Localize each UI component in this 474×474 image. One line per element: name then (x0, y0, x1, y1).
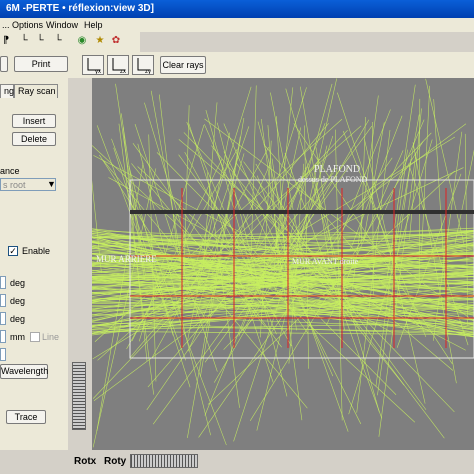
enable-checkbox[interactable]: ✓ (8, 246, 18, 256)
unit-label-3: deg (10, 314, 26, 324)
menu-options[interactable]: Options (12, 20, 43, 30)
toolbar: ⁋ └ └ └ ◉ ★ ✿ (0, 32, 140, 52)
chevron-down-icon: ▼ (47, 179, 56, 189)
angle-field-2[interactable] (0, 294, 6, 307)
ray (198, 157, 393, 438)
ray (216, 122, 288, 397)
axis-zy-icon: zy (137, 58, 151, 75)
ray-scene: PLAFOND dessus de PLAFOND MUR ARRIERE MU… (92, 78, 474, 448)
unit-label-4: mm (10, 332, 25, 342)
key-icon[interactable]: ⁋ (0, 35, 12, 47)
enable-label: Enable (22, 246, 51, 256)
svg-text:zx: zx (120, 69, 126, 74)
line-label: Line (42, 332, 60, 342)
ray (386, 84, 416, 280)
axis-zx-icon: zx (112, 58, 126, 75)
axis-yx-icon: yx (87, 58, 101, 75)
menu-help[interactable]: Help (84, 20, 103, 30)
axis-c-icon[interactable]: └ (52, 35, 64, 47)
target-icon[interactable]: ◉ (76, 35, 88, 47)
section-label: ance (0, 166, 20, 176)
delete-button[interactable]: Delete (12, 132, 56, 146)
line-checkbox[interactable] (30, 332, 40, 342)
ceiling-label: PLAFOND (314, 164, 360, 175)
angle-field-3[interactable] (0, 312, 6, 325)
unit-label-1: deg (10, 278, 26, 288)
view-zy-button[interactable]: zy (132, 55, 154, 75)
unit-label-2: deg (10, 296, 26, 306)
dropdown-value: s root (3, 180, 26, 190)
roty-slider[interactable] (130, 454, 198, 468)
insert-button[interactable]: Insert (12, 114, 56, 128)
menu-window[interactable]: Window (46, 20, 78, 30)
partial-button[interactable] (0, 56, 8, 72)
ceiling-sublabel: dessus de PLAFOND (298, 175, 368, 184)
ray (372, 121, 374, 296)
angle-field-1[interactable] (0, 276, 6, 289)
source-dropdown[interactable]: s root ▼ (0, 178, 56, 191)
ray (433, 99, 446, 288)
tab-ray-scan[interactable]: Ray scan (14, 84, 58, 98)
tab-partial[interactable]: ng (0, 84, 14, 98)
front-wall-label: MUR AVANT droite (292, 257, 359, 266)
axis-b-icon[interactable]: └ (34, 35, 46, 47)
rotx-label: Rotx (74, 456, 97, 467)
svg-text:yx: yx (95, 69, 101, 74)
window-title: 6M -PERTE • réflexion:view 3D] (6, 3, 154, 14)
roty-label: Roty (104, 456, 127, 467)
print-button[interactable]: Print (14, 56, 68, 72)
ray (454, 149, 474, 244)
extra-field[interactable] (0, 348, 6, 361)
ray (183, 105, 190, 279)
menu-bar: ... Options Window Help (0, 18, 474, 32)
view-yx-button[interactable]: yx (82, 55, 104, 75)
clear-rays-button[interactable]: Clear rays (160, 56, 206, 74)
ray (250, 85, 257, 253)
svg-text:zy: zy (145, 69, 151, 74)
title-bar: 6M -PERTE • réflexion:view 3D] (0, 0, 474, 18)
axis-a-icon[interactable]: └ (18, 35, 30, 47)
ray (158, 94, 178, 250)
trace-button[interactable]: Trace (6, 410, 46, 424)
wavelength-button[interactable]: Wavelength (0, 364, 48, 379)
length-field[interactable] (0, 330, 6, 343)
3d-viewport[interactable]: PLAFOND dessus de PLAFOND MUR ARRIERE MU… (92, 78, 474, 450)
button-row: Print yx zx zy Clear rays (0, 52, 474, 79)
back-wall-label: MUR ARRIERE (96, 254, 157, 264)
vertical-rotation-slider[interactable] (72, 362, 86, 430)
side-panel: ng Ray scan Insert Delete ance s root ▼ … (0, 78, 69, 450)
ray (425, 78, 465, 246)
view-zx-button[interactable]: zx (107, 55, 129, 75)
menu-partial: ... (2, 20, 10, 30)
status-bar: Rotx Roty (68, 450, 474, 474)
axis-light-icon[interactable]: ★ (94, 35, 106, 47)
palette-icon[interactable]: ✿ (110, 35, 122, 47)
